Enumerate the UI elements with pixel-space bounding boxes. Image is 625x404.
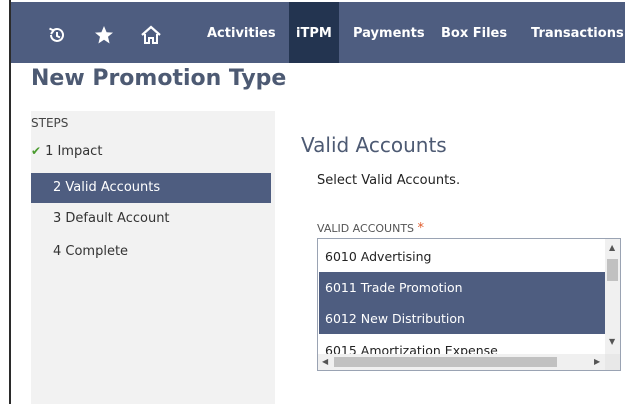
instructions-text: Select Valid Accounts. <box>317 173 461 188</box>
vertical-scrollbar[interactable]: ▲ ▼ <box>605 239 620 354</box>
scroll-up-arrow-icon[interactable]: ▲ <box>609 243 615 253</box>
step-label: 1 Impact <box>45 144 103 159</box>
horizontal-scrollbar[interactable]: ◀ ▶ <box>318 354 605 370</box>
valid-accounts-label: VALID ACCOUNTS * <box>317 221 424 236</box>
page-title: New Promotion Type <box>31 66 287 91</box>
nav-transactions[interactable]: Transactions <box>531 2 624 63</box>
scroll-left-arrow-icon[interactable]: ◀ <box>322 357 328 367</box>
scrollbar-corner <box>605 354 620 370</box>
step-label: 2 Valid Accounts <box>53 180 161 195</box>
scroll-right-arrow-icon[interactable]: ▶ <box>594 357 600 367</box>
nav-box-files[interactable]: Box Files <box>441 2 507 63</box>
app-frame: Activities iTPM Payments Box Files Trans… <box>9 0 625 404</box>
list-option[interactable]: 6010 Advertising <box>319 241 606 272</box>
list-option-selected[interactable]: 6011 Trade Promotion <box>319 272 606 303</box>
list-option-selected[interactable]: 6012 New Distribution <box>319 303 606 334</box>
vertical-scroll-thumb[interactable] <box>607 259 618 281</box>
recent-icon[interactable] <box>41 19 73 51</box>
steps-panel: STEPS ✔ 1 Impact 2 Valid Accounts 3 Defau… <box>31 111 275 404</box>
field-label-text: VALID ACCOUNTS <box>317 222 415 235</box>
step-impact[interactable]: ✔ 1 Impact <box>31 136 271 166</box>
step-label: 3 Default Account <box>53 211 170 226</box>
step-default-account[interactable]: 3 Default Account <box>31 204 271 234</box>
step-complete[interactable]: 4 Complete <box>31 237 271 267</box>
section-title: Valid Accounts <box>301 133 447 157</box>
required-marker: * <box>417 221 425 236</box>
nav-payments[interactable]: Payments <box>353 2 425 63</box>
nav-itpm[interactable]: iTPM <box>289 2 339 63</box>
star-icon[interactable] <box>88 19 120 51</box>
scroll-down-arrow-icon[interactable]: ▼ <box>609 337 615 347</box>
home-icon[interactable] <box>135 19 167 51</box>
horizontal-scroll-thumb[interactable] <box>334 357 557 367</box>
step-label: 4 Complete <box>53 244 129 259</box>
step-valid-accounts[interactable]: 2 Valid Accounts <box>31 173 271 203</box>
checkmark-icon: ✔ <box>31 144 42 158</box>
nav-activities[interactable]: Activities <box>207 2 276 63</box>
steps-heading: STEPS <box>31 116 69 130</box>
top-nav-bar: Activities iTPM Payments Box Files Trans… <box>11 2 625 63</box>
valid-accounts-listbox[interactable]: 6010 Advertising 6011 Trade Promotion 60… <box>317 238 621 371</box>
